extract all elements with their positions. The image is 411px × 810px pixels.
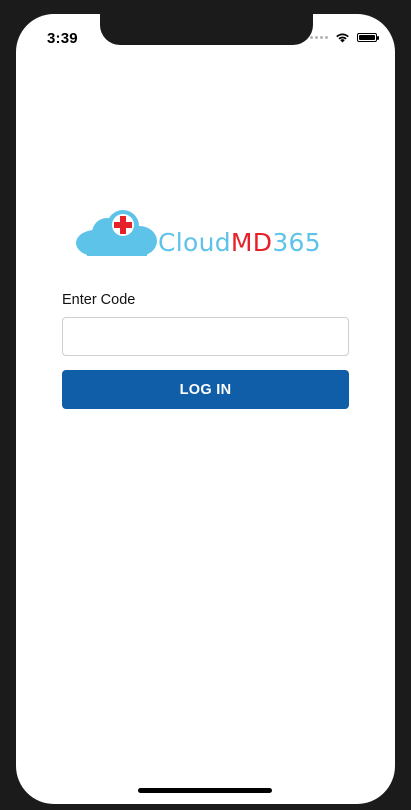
logo-text: CloudMD365 <box>158 229 321 257</box>
home-indicator[interactable] <box>138 788 272 793</box>
device-notch <box>100 14 313 45</box>
logo-text-365: 365 <box>272 228 321 257</box>
status-icons <box>310 32 379 43</box>
status-time: 3:39 <box>47 30 78 47</box>
logo-text-cloud: Cloud <box>158 228 231 257</box>
enter-code-label: Enter Code <box>62 292 136 308</box>
login-button[interactable]: LOG IN <box>62 370 349 409</box>
code-input[interactable] <box>62 317 349 356</box>
logo-text-md: MD <box>230 228 273 257</box>
cloud-medical-icon <box>76 210 157 256</box>
device-frame: 3:39 CloudMD365 Enter Code LOG IN <box>0 0 411 810</box>
signal-dots-icon <box>310 36 328 39</box>
wifi-icon <box>336 33 349 43</box>
battery-icon <box>357 33 379 42</box>
cloudmd365-logo: CloudMD365 <box>75 209 337 257</box>
app-screen: 3:39 CloudMD365 Enter Code LOG IN <box>16 14 395 804</box>
